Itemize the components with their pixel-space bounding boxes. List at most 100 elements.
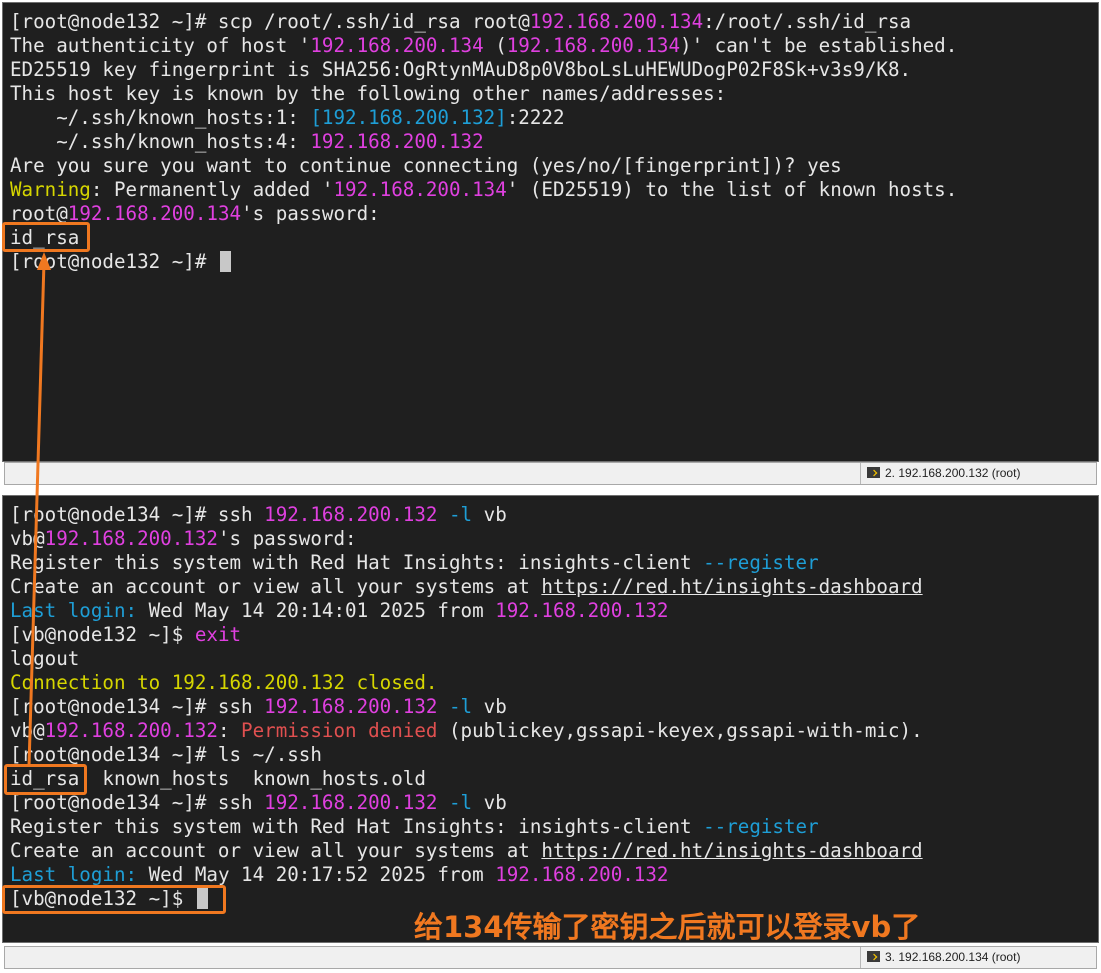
session-tab-label: 3. 192.168.200.134 (root) — [885, 950, 1021, 964]
terminal-line: logout — [10, 647, 1098, 671]
terminal-line: Last login: Wed May 14 20:17:52 2025 fro… — [10, 863, 1098, 887]
terminal-text: Are you sure you want to continue connec… — [10, 154, 842, 177]
terminal-text: 192.168.200.134 — [529, 10, 704, 33]
terminal-text: 192.168.200.134 — [67, 202, 242, 225]
terminal-text: )' can't be established. — [680, 34, 958, 57]
terminal-line: [root@node132 ~]# scp /root/.ssh/id_rsa … — [10, 10, 1098, 34]
terminal-text: ~/.ssh/known_hosts:4: — [10, 130, 311, 153]
terminal-text: 192.168.200.132 — [495, 599, 669, 622]
terminal-line: ~/.ssh/known_hosts:1: [192.168.200.132]:… — [10, 106, 1098, 130]
terminal-line: Create an account or view all your syste… — [10, 575, 1098, 599]
terminal-text: Register this system with Red Hat Insigh… — [10, 815, 704, 838]
terminal-line: vb@192.168.200.132: Permission denied (p… — [10, 719, 1098, 743]
terminal-pane-node134[interactable]: [root@node134 ~]# ssh 192.168.200.132 -l… — [2, 495, 1099, 943]
terminal-line: vb@192.168.200.132's password: — [10, 527, 1098, 551]
terminal-line: root@192.168.200.134's password: — [10, 202, 1098, 226]
terminal-text: vb — [472, 791, 507, 814]
terminal-line: The authenticity of host '192.168.200.13… — [10, 34, 1098, 58]
terminal-text: vb@ — [10, 719, 45, 742]
terminal-output: [root@node132 ~]# scp /root/.ssh/id_rsa … — [10, 10, 1098, 274]
terminal-text: [192.168.200.132] — [310, 106, 507, 129]
terminal-text: 's password: — [241, 202, 380, 225]
terminal-line: id_rsa known_hosts known_hosts.old — [10, 767, 1098, 791]
terminal-line: [root@node134 ~]# ssh 192.168.200.132 -l… — [10, 695, 1098, 719]
terminal-text: exit — [194, 623, 242, 646]
terminal-text: 192.168.200.132 — [44, 719, 218, 742]
terminal-text: Wed May 14 20:17:52 2025 from — [137, 863, 496, 886]
terminal-text: Wed May 14 20:14:01 2025 from — [137, 599, 496, 622]
terminal-line: Register this system with Red Hat Insigh… — [10, 815, 1098, 839]
terminal-line: [root@node132 ~]# — [10, 250, 1098, 274]
terminal-output: [root@node134 ~]# ssh 192.168.200.132 -l… — [10, 503, 1098, 911]
terminal-text: 192.168.200.132 — [264, 695, 438, 718]
session-tab[interactable]: 2. 192.168.200.132 (root) — [860, 463, 1096, 484]
terminal-text: Permission denied — [241, 719, 438, 742]
terminal-text: [vb@node132 ~]$ — [10, 623, 195, 646]
terminal-text: -l — [449, 503, 473, 526]
terminal-text: 192.168.200.132 — [310, 130, 484, 153]
terminal-text: Create an account or view all your syste… — [10, 575, 542, 598]
terminal-line: ED25519 key fingerprint is SHA256:OgRtyn… — [10, 58, 1098, 82]
terminal-text: Last login: — [10, 863, 138, 886]
terminal-session-icon — [867, 467, 880, 478]
terminal-text: -l — [449, 695, 473, 718]
terminal-text: --register — [703, 551, 819, 574]
terminal-line: [root@node134 ~]# ssh 192.168.200.132 -l… — [10, 503, 1098, 527]
terminal-text: vb — [472, 695, 507, 718]
terminal-text: [root@node134 ~]# ls ~/.ssh — [10, 743, 322, 766]
terminal-text: :2222 — [506, 106, 565, 129]
terminal-text: vb — [472, 503, 507, 526]
terminal-link[interactable]: https://red.ht/insights-dashboard — [541, 575, 922, 598]
terminal-pane-node132[interactable]: [root@node132 ~]# scp /root/.ssh/id_rsa … — [2, 2, 1099, 462]
terminal-session-icon — [867, 951, 880, 962]
terminal-text: Register this system with Red Hat Insigh… — [10, 551, 704, 574]
terminal-text: 192.168.200.132 — [264, 503, 438, 526]
terminal-text: ' (ED25519) to the list of known hosts. — [506, 178, 958, 201]
terminal-line: Are you sure you want to continue connec… — [10, 154, 1098, 178]
terminal-line: [vb@node132 ~]$ exit — [10, 623, 1098, 647]
terminal-text: Last login: — [10, 599, 138, 622]
terminal-text: vb@ — [10, 527, 45, 550]
highlight-box-prompt — [2, 885, 226, 914]
status-bar-top: 2. 192.168.200.132 (root) — [4, 462, 1097, 485]
terminal-text: -l — [449, 791, 473, 814]
terminal-text: Connection to — [10, 671, 172, 694]
terminal-text: [root@node134 ~]# ssh — [10, 503, 265, 526]
terminal-line: [root@node134 ~]# ls ~/.ssh — [10, 743, 1098, 767]
terminal-text: : Permanently added ' — [90, 178, 334, 201]
terminal-text: ED25519 key fingerprint is SHA256:OgRtyn… — [10, 58, 912, 81]
terminal-text: [root@node134 ~]# ssh — [10, 695, 265, 718]
terminal-text: The authenticity of host ' — [10, 34, 311, 57]
terminal-line: Create an account or view all your syste… — [10, 839, 1098, 863]
terminal-line: ~/.ssh/known_hosts:4: 192.168.200.132 — [10, 130, 1098, 154]
terminal-text: --register — [703, 815, 819, 838]
terminal-text: 's password: — [217, 527, 357, 550]
terminal-line: Register this system with Red Hat Insigh… — [10, 551, 1098, 575]
terminal-text: 192.168.200.134 — [506, 34, 681, 57]
highlight-box-id-rsa-top — [2, 222, 90, 252]
terminal-text: Create an account or view all your syste… — [10, 839, 542, 862]
terminal-line: id_rsa — [10, 226, 1098, 250]
terminal-text: : — [217, 719, 242, 742]
terminal-line: [root@node134 ~]# ssh 192.168.200.132 -l… — [10, 791, 1098, 815]
session-tab-label: 2. 192.168.200.132 (root) — [885, 466, 1021, 480]
terminal-text: [root@node132 ~]# — [10, 250, 218, 273]
terminal-text: ~/.ssh/known_hosts:1: — [10, 106, 311, 129]
terminal-text: 192.168.200.132 — [44, 527, 218, 550]
terminal-link[interactable]: https://red.ht/insights-dashboard — [541, 839, 922, 862]
terminal-line: This host key is known by the following … — [10, 82, 1098, 106]
terminal-text: 192.168.200.134 — [310, 34, 484, 57]
highlight-box-id-rsa-bottom — [4, 764, 87, 795]
terminal-text: 192.168.200.134 — [333, 178, 507, 201]
terminal-cursor — [219, 251, 231, 272]
terminal-line: Connection to 192.168.200.132 closed. — [10, 671, 1098, 695]
terminal-text: logout — [10, 647, 80, 670]
terminal-text: 192.168.200.132 — [495, 863, 669, 886]
terminal-text: ( — [483, 34, 507, 57]
session-tab[interactable]: 3. 192.168.200.134 (root) — [860, 947, 1096, 968]
terminal-text: (publickey,gssapi-keyex,gssapi-with-mic)… — [437, 719, 923, 742]
terminal-line: Last login: Wed May 14 20:14:01 2025 fro… — [10, 599, 1098, 623]
